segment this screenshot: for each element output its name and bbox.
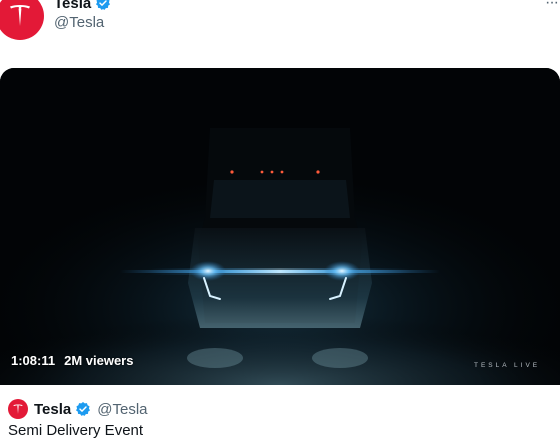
tesla-logo-icon xyxy=(10,5,30,26)
video-player[interactable]: 1:08:11 2M viewers TESLA LIVE xyxy=(0,68,560,385)
more-options-icon[interactable]: ··· xyxy=(545,0,559,12)
viewer-count: 2M viewers xyxy=(64,353,134,368)
card-author-handle: @Tesla xyxy=(97,400,148,418)
author-handle[interactable]: @Tesla xyxy=(54,14,104,31)
card-title[interactable]: Semi Delivery Event xyxy=(8,422,143,439)
video-duration: 1:08:11 xyxy=(11,353,56,368)
card-author-name: Tesla xyxy=(34,400,72,418)
card-avatar xyxy=(8,399,28,419)
verified-badge-icon xyxy=(96,0,111,10)
author-name-row: Tesla xyxy=(54,0,111,12)
tesla-live-watermark: TESLA LIVE xyxy=(474,362,541,369)
video-stats: 1:08:11 2M viewers xyxy=(11,353,133,368)
card-author-row[interactable]: Tesla @Tesla xyxy=(8,399,148,419)
tesla-logo-icon xyxy=(13,404,23,414)
avatar[interactable] xyxy=(0,0,44,40)
author-name[interactable]: Tesla xyxy=(54,0,91,12)
verified-badge-icon xyxy=(76,402,91,416)
semi-truck-video-frame xyxy=(0,68,560,385)
